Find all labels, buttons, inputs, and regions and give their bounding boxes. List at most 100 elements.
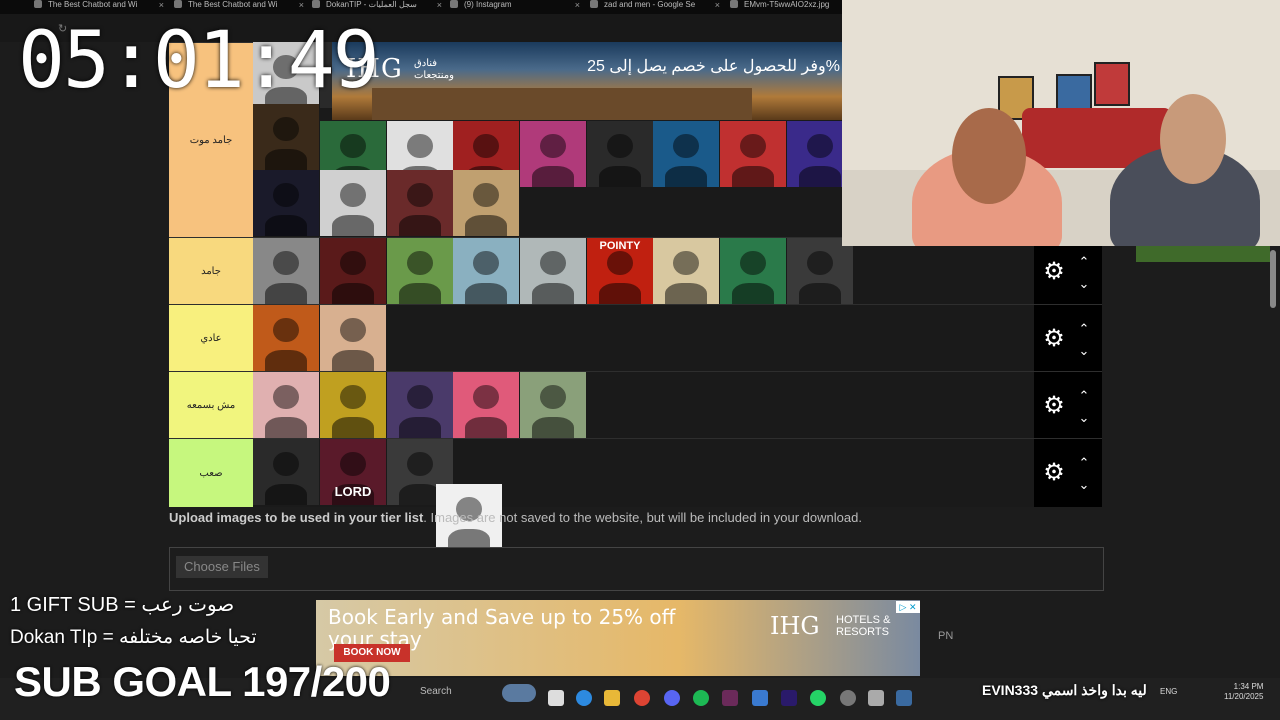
artist-image[interactable] xyxy=(720,121,786,187)
artist-image[interactable] xyxy=(653,121,719,187)
close-tab-icon[interactable]: × xyxy=(159,0,164,10)
tier-controls: ⚙ ⌃ ⌄ xyxy=(1034,305,1102,372)
app-icon[interactable] xyxy=(868,690,884,706)
artist-image[interactable] xyxy=(453,238,519,304)
artist-image[interactable] xyxy=(453,372,519,438)
tab-favicon-icon xyxy=(34,0,42,8)
artist-image[interactable] xyxy=(320,305,386,371)
portrait-head xyxy=(273,183,299,207)
chrome-icon[interactable] xyxy=(634,690,650,706)
move-down-chevron-icon[interactable]: ⌄ xyxy=(1074,477,1094,493)
portrait-body xyxy=(264,214,308,236)
ad-building-image xyxy=(372,88,752,120)
adchoices-icon[interactable]: ▷ ✕ xyxy=(896,601,920,613)
artist-image[interactable] xyxy=(253,439,319,505)
tier-label[interactable]: جامد xyxy=(169,238,253,305)
language-indicator[interactable]: ENG xyxy=(1160,687,1177,696)
artist-image[interactable] xyxy=(320,238,386,304)
portrait-body xyxy=(798,282,842,304)
portrait-body xyxy=(664,282,708,304)
tier-controls: ⚙ ⌃ ⌄ xyxy=(1034,372,1102,439)
ad-brand-logo: IHG xyxy=(770,612,820,640)
artist-image[interactable] xyxy=(653,238,719,304)
task-view-icon[interactable] xyxy=(548,690,564,706)
artist-image[interactable] xyxy=(520,238,586,304)
page-scrollbar[interactable] xyxy=(1270,250,1276,308)
edge-icon[interactable] xyxy=(576,690,592,706)
discord-icon[interactable] xyxy=(664,690,680,706)
settings-gear-icon[interactable]: ⚙ xyxy=(1040,325,1068,353)
artist-image[interactable] xyxy=(387,372,453,438)
page-pn-label: PN xyxy=(938,630,954,642)
file-explorer-icon[interactable] xyxy=(604,690,620,706)
app-icon[interactable] xyxy=(722,690,738,706)
move-up-chevron-icon[interactable]: ⌃ xyxy=(1074,455,1094,471)
move-down-chevron-icon[interactable]: ⌄ xyxy=(1074,276,1094,292)
artist-image[interactable] xyxy=(520,121,586,187)
upload-instructions: Upload images to be used in your tier li… xyxy=(169,510,862,525)
obs-icon[interactable] xyxy=(840,690,856,706)
artist-image[interactable] xyxy=(587,121,653,187)
spotify-icon[interactable] xyxy=(693,690,709,706)
artist-image[interactable] xyxy=(320,372,386,438)
settings-gear-icon[interactable]: ⚙ xyxy=(1040,459,1068,487)
browser-tab[interactable]: zad and men - Google Se × xyxy=(590,0,722,14)
browser-tab[interactable]: (9) Instagram × xyxy=(450,0,582,14)
move-up-chevron-icon[interactable]: ⌃ xyxy=(1074,321,1094,337)
artist-image[interactable] xyxy=(387,170,453,236)
tab-favicon-icon xyxy=(174,0,182,8)
portrait-body xyxy=(598,282,642,304)
tier-label[interactable]: مش بسمعه xyxy=(169,372,253,439)
move-down-chevron-icon[interactable]: ⌄ xyxy=(1074,343,1094,359)
close-tab-icon[interactable]: × xyxy=(715,0,720,10)
close-tab-icon[interactable]: × xyxy=(575,0,580,10)
artist-image[interactable] xyxy=(520,372,586,438)
artist-image[interactable] xyxy=(720,238,786,304)
artist-image[interactable] xyxy=(253,372,319,438)
move-down-chevron-icon[interactable]: ⌄ xyxy=(1074,410,1094,426)
taskbar-search-label[interactable]: Search xyxy=(420,686,452,697)
tab-favicon-icon xyxy=(590,0,598,8)
premiere-icon[interactable] xyxy=(781,690,797,706)
streamer-right-face xyxy=(1160,94,1226,184)
choose-files-button[interactable]: Choose Files xyxy=(176,556,268,578)
tier-label[interactable]: عادي xyxy=(169,305,253,372)
settings-gear-icon[interactable]: ⚙ xyxy=(1040,392,1068,420)
upload-dropzone[interactable]: Choose Files xyxy=(169,547,1104,591)
settings-gear-icon[interactable]: ⚙ xyxy=(1040,258,1068,286)
taskbar-clock[interactable]: 1:34 PM 11/20/2025 xyxy=(1224,682,1263,702)
artist-image[interactable] xyxy=(253,238,319,304)
portrait-body xyxy=(464,416,508,438)
browser-tab[interactable]: The Best Chatbot and Wi × xyxy=(174,0,306,14)
portrait-head xyxy=(807,251,833,275)
tier-label[interactable]: صعب xyxy=(169,439,253,507)
artist-image[interactable] xyxy=(253,104,319,170)
portrait-head xyxy=(607,134,633,158)
move-up-chevron-icon[interactable]: ⌃ xyxy=(1074,388,1094,404)
bottom-hotel-ad[interactable]: Book Early and Save up to 25% off your st… xyxy=(316,600,920,676)
steam-icon[interactable] xyxy=(896,690,912,706)
artist-image[interactable] xyxy=(253,305,319,371)
artist-image[interactable]: POINTY xyxy=(587,238,653,304)
weather-widget-icon[interactable] xyxy=(502,684,536,702)
artist-image[interactable] xyxy=(387,238,453,304)
artist-image[interactable] xyxy=(453,170,519,236)
artist-image[interactable] xyxy=(320,170,386,236)
close-tab-icon[interactable]: × xyxy=(299,0,304,10)
close-tab-icon[interactable]: × xyxy=(437,0,442,10)
portrait-body xyxy=(331,416,375,438)
portrait-body xyxy=(464,214,508,236)
notepad-icon[interactable] xyxy=(752,690,768,706)
sub-goal-overlay: SUB GOAL 197/200 xyxy=(14,658,391,705)
album-title-text: POINTY xyxy=(599,240,641,252)
whatsapp-icon[interactable] xyxy=(810,690,826,706)
browser-tab[interactable]: The Best Chatbot and Wi × xyxy=(34,0,166,14)
artist-image[interactable] xyxy=(787,238,853,304)
top-hotel-ad[interactable]: IHG فنادق ومنتجعات وفر للحصول على خصم يص… xyxy=(332,42,842,120)
ad-offer-text: وفر للحصول على خصم يصل إلى 25% xyxy=(587,58,840,75)
browser-tab[interactable]: DokanTIP - سجل العمليات × xyxy=(312,0,444,14)
portrait-head xyxy=(473,134,499,158)
move-up-chevron-icon[interactable]: ⌃ xyxy=(1074,254,1094,270)
artist-image[interactable]: LORD xyxy=(320,439,386,505)
artist-image[interactable] xyxy=(253,170,319,236)
